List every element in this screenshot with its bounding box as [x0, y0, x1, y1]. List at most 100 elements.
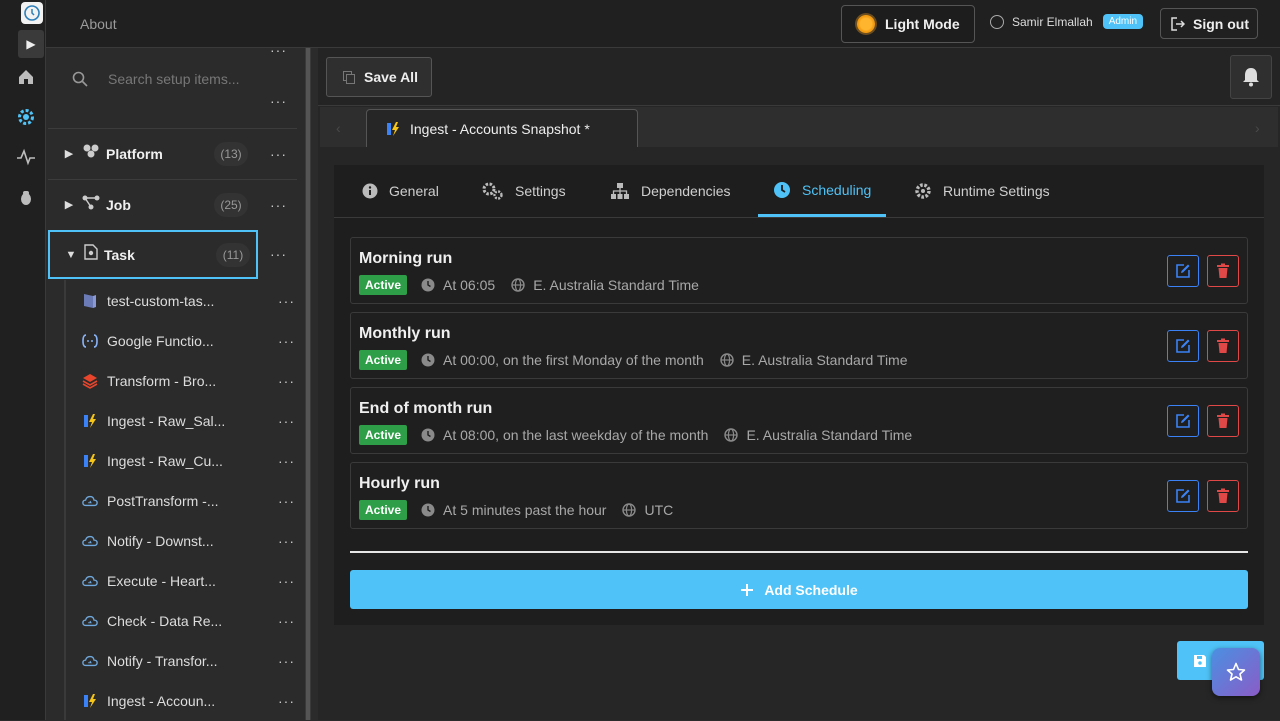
gears-icon [482, 182, 503, 200]
task-list-item[interactable]: Execute - Heart... ··· [66, 561, 297, 601]
tab-settings[interactable]: Settings [482, 165, 566, 217]
row-more-icon[interactable]: ··· [270, 197, 287, 213]
task-list-item[interactable]: Ingest - Accoun... ··· [66, 681, 297, 721]
row-more-icon[interactable]: ··· [278, 653, 295, 669]
ingest-icon [82, 413, 98, 429]
expand-arrow-icon[interactable]: ▶ [58, 147, 80, 160]
row-more-icon[interactable]: ··· [278, 293, 295, 309]
schedule-time: At 06:05 [443, 277, 496, 293]
clock-icon [421, 428, 435, 442]
copy-icon [343, 70, 355, 84]
theme-toggle-label: Light Mode [885, 16, 960, 32]
sidebar-top-more-icon[interactable]: ··· [270, 42, 287, 58]
save-all-button[interactable]: Save All [326, 57, 432, 97]
task-list-item[interactable]: Check - Data Re... ··· [66, 601, 297, 641]
edit-icon [1176, 264, 1190, 278]
task-row-more-icon[interactable]: ··· [270, 246, 287, 262]
expand-arrow-icon[interactable]: ▶ [58, 198, 80, 211]
notifications-button[interactable] [1230, 55, 1272, 99]
save-icon [1194, 654, 1206, 667]
layers-icon [82, 373, 98, 389]
scrollbar-thumb[interactable] [306, 48, 310, 720]
status-badge: Active [359, 425, 408, 445]
tree-group-task[interactable]: ▼ Task (11) [48, 230, 258, 279]
info-icon [362, 183, 378, 199]
about-link[interactable]: About [80, 16, 117, 32]
home-icon[interactable] [16, 67, 36, 87]
task-list-item-label: Check - Data Re... [107, 613, 223, 629]
schedule-time: At 00:00, on the first Monday of the mon… [443, 352, 704, 368]
tab-runtime-settings[interactable]: Runtime Settings [914, 165, 1050, 217]
delete-schedule-button[interactable] [1207, 405, 1239, 437]
search-icon [72, 71, 88, 92]
document-tab[interactable]: Ingest - Accounts Snapshot * [366, 109, 638, 147]
app-logo-icon[interactable] [21, 2, 43, 24]
schedule-timezone: E. Australia Standard Time [746, 427, 913, 443]
schedule-name: Morning run [359, 250, 453, 267]
tab-general[interactable]: General [362, 165, 439, 217]
task-list-item[interactable]: PostTransform -... ··· [66, 481, 297, 521]
task-list-item[interactable]: Transform - Bro... ··· [66, 361, 297, 401]
task-list-item[interactable]: Google Functio... ··· [66, 321, 297, 361]
edit-schedule-button[interactable] [1167, 480, 1199, 512]
bell-icon [1243, 68, 1259, 87]
assistant-fab-button[interactable] [1212, 648, 1260, 696]
task-list-item[interactable]: test-custom-tas... ··· [66, 281, 297, 321]
row-more-icon[interactable]: ··· [278, 613, 295, 629]
tab-scroll-right-icon[interactable]: › [1255, 120, 1260, 136]
row-more-icon[interactable]: ··· [278, 453, 295, 469]
row-more-icon[interactable]: ··· [270, 146, 287, 162]
task-list-item[interactable]: Ingest - Raw_Sal... ··· [66, 401, 297, 441]
tab-dependencies[interactable]: Dependencies [610, 165, 731, 217]
edit-schedule-button[interactable] [1167, 255, 1199, 287]
row-more-icon[interactable]: ··· [278, 693, 295, 709]
row-more-icon[interactable]: ··· [278, 533, 295, 549]
row-more-icon[interactable]: ··· [278, 573, 295, 589]
tree-group-label: Task [104, 246, 135, 263]
tree-group-label: Platform [106, 145, 163, 162]
schedules-divider [350, 551, 1248, 553]
expand-rail-icon[interactable]: ▶ [18, 30, 44, 58]
schedule-timezone: UTC [644, 502, 674, 518]
count-badge: (13) [214, 141, 248, 166]
schedule-time: At 5 minutes past the hour [443, 502, 607, 518]
delete-schedule-button[interactable] [1207, 480, 1239, 512]
activity-icon[interactable] [16, 147, 36, 167]
task-list-item[interactable]: Notify - Downst... ··· [66, 521, 297, 561]
row-more-icon[interactable]: ··· [278, 493, 295, 509]
globe-icon [724, 428, 739, 442]
row-more-icon[interactable]: ··· [278, 333, 295, 349]
add-schedule-button[interactable]: Add Schedule [350, 570, 1248, 609]
edit-schedule-button[interactable] [1167, 405, 1199, 437]
tree-group-label: Job [106, 196, 131, 213]
tab-scheduling[interactable]: Scheduling [758, 165, 887, 217]
schedule-card: Morning run Active At 06:05 E. Australia St… [350, 237, 1248, 304]
row-more-icon[interactable]: ··· [278, 413, 295, 429]
count-badge: (25) [214, 192, 248, 217]
collapse-arrow-icon[interactable]: ▼ [60, 249, 82, 261]
search-more-icon[interactable]: ··· [270, 93, 287, 109]
sign-out-button[interactable]: Sign out [1160, 8, 1258, 39]
delete-schedule-button[interactable] [1207, 330, 1239, 362]
ingest-icon [82, 693, 98, 709]
theme-toggle-button[interactable]: Light Mode [841, 5, 975, 43]
clock-icon [421, 503, 435, 517]
task-list-item[interactable]: Notify - Transfor... ··· [66, 641, 297, 681]
sidebar-scrollbar[interactable] [305, 48, 311, 720]
cloud-icon [82, 613, 98, 629]
stack-icon [82, 293, 98, 309]
search-input[interactable] [108, 64, 308, 94]
edit-icon [1176, 339, 1190, 353]
schedule-card: End of month run Active At 08:00, on the l… [350, 387, 1248, 454]
delete-schedule-button[interactable] [1207, 255, 1239, 287]
tabs-divider [334, 217, 1264, 218]
edit-schedule-button[interactable] [1167, 330, 1199, 362]
tree-group-platform[interactable]: ▶ Platform (13) ··· [48, 128, 297, 178]
tree-group-job[interactable]: ▶ Job (25) ··· [48, 179, 297, 229]
task-list-item[interactable]: Ingest - Raw_Cu... ··· [66, 441, 297, 481]
row-more-icon[interactable]: ··· [278, 373, 295, 389]
task-list-item-label: Ingest - Accoun... [107, 693, 216, 709]
tab-scroll-left-icon[interactable]: ‹ [336, 120, 341, 136]
bug-icon[interactable] [16, 188, 36, 208]
settings-gear-icon[interactable] [16, 107, 36, 127]
